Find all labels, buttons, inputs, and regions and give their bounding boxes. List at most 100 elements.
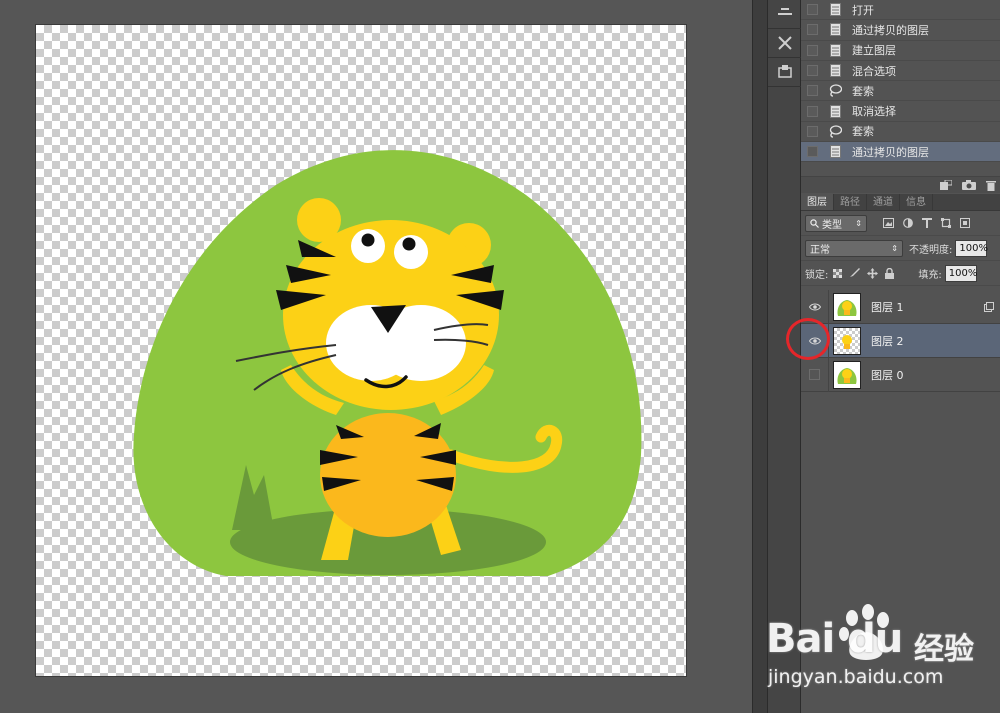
checkerboard-icon [833,268,843,278]
history-step-label: 取消选择 [852,105,896,119]
filter-smart-objects-button[interactable] [960,218,970,228]
filter-adjustment-layers-button[interactable] [903,218,913,228]
tab-paths[interactable]: 路径 [834,194,867,210]
history-panel: 打开 通过拷贝的图层 建立图层 混合选项 套索 取消选择 套索 通过拷贝的图层 [801,0,1000,163]
type-icon [922,218,932,228]
document-icon [828,145,842,159]
snapshot-source-checkbox[interactable] [807,85,818,97]
align-icon [777,8,792,15]
lasso-icon [828,84,842,98]
layer-filter-row: 类型 ⇕ [801,211,1000,236]
tools-panel-button[interactable] [768,29,801,58]
search-icon [810,218,819,228]
layer-thumbnail [833,326,861,355]
filter-kind-value: 类型 [822,219,842,231]
document-icon [828,104,842,118]
snapshot-source-checkbox[interactable] [807,105,818,117]
snapshot-source-checkbox[interactable] [807,146,818,158]
layer-filter-icons [883,218,970,228]
layer-filter-kind-select[interactable]: 类型 ⇕ [805,214,867,232]
snapshot-source-checkbox[interactable] [807,65,818,77]
layer-name[interactable]: 图层 2 [871,333,1000,349]
history-step-label: 套索 [852,125,874,139]
watermark-product: 经验 [914,632,974,667]
lock-image-pixels-button[interactable] [849,268,861,278]
baidu-jingyan-watermark: Bai du 经验 jingyan.baidu.com [766,604,996,699]
tiger-thumbnail-icon [842,334,852,349]
fill-label: 填充: [918,269,942,281]
history-step-label: 套索 [852,84,874,98]
lock-transparent-pixels-button[interactable] [833,268,843,278]
snapshot-source-checkbox[interactable] [807,4,818,16]
layer-thumbnail [833,292,861,321]
layer-name[interactable]: 图层 1 [871,299,984,315]
history-step[interactable]: 打开 [801,0,1000,21]
history-footer [801,176,1000,193]
3d-panel-button[interactable] [768,58,801,87]
history-step[interactable]: 套索 [801,122,1000,143]
new-document-from-state-button[interactable] [940,180,952,190]
filter-shape-layers-button[interactable] [941,218,951,228]
layer-row[interactable]: 图层 1 [801,289,1000,324]
hidden-visibility-box [809,369,820,380]
lock-icon [885,267,895,279]
lock-fill-row: 锁定: 填充: 100% [801,261,1000,286]
history-step-label: 混合选项 [852,64,896,78]
delete-state-button[interactable] [986,180,996,191]
history-step[interactable]: 通过拷贝的图层 [801,20,1000,41]
history-step[interactable]: 取消选择 [801,101,1000,122]
tab-channels[interactable]: 通道 [867,194,900,210]
snapshot-source-checkbox[interactable] [807,24,818,36]
snapshot-source-checkbox[interactable] [807,44,818,56]
shape-icon [941,218,951,228]
adjustment-icon [903,218,913,228]
document-icon [828,43,842,57]
filter-type-layers-button[interactable] [922,218,932,228]
opacity-input[interactable]: 100% [955,239,988,257]
layers-panel-tabs: 图层 路径 通道 信息 [801,194,1000,211]
eye-icon [808,303,821,310]
camera-icon [962,180,976,190]
brush-icon [850,268,861,277]
filter-pixel-layers-button[interactable] [883,218,894,228]
chevron-updown-icon: ⇕ [855,218,862,228]
layer-row-selected[interactable]: 图层 2 [801,323,1000,358]
history-step-label: 建立图层 [852,44,896,58]
lock-icons [833,267,895,279]
trash-icon [986,180,996,191]
layer-visibility-toggle[interactable] [801,357,829,392]
new-document-icon [940,180,952,190]
lock-all-button[interactable] [885,267,895,279]
blend-mode-select[interactable]: 正常 ⇕ [805,239,903,257]
layer-name[interactable]: 图层 0 [871,367,1000,383]
blend-mode-value: 正常 [810,244,830,256]
fill-input[interactable]: 100% [944,264,977,282]
layer-list: 图层 1 图层 2 图层 0 [801,289,1000,392]
history-step-label: 通过拷贝的图层 [852,23,929,37]
history-step[interactable]: 建立图层 [801,41,1000,61]
watermark-brand: Bai du [766,616,903,662]
smart-object-badge-icon [984,301,994,312]
document-icon [828,23,842,37]
snapshot-source-checkbox[interactable] [807,125,818,137]
tab-layers[interactable]: 图层 [801,194,834,210]
blend-opacity-row: 正常 ⇕ 不透明度: 100% [801,236,1000,261]
new-snapshot-button[interactable] [962,180,976,190]
history-step[interactable]: 混合选项 [801,61,1000,82]
lock-position-button[interactable] [867,267,879,279]
lock-label: 锁定: [805,269,829,281]
character-panel-button[interactable] [768,0,801,29]
tab-info[interactable]: 信息 [900,194,933,210]
opacity-label: 不透明度: [909,244,953,256]
history-step[interactable]: 套索 [801,81,1000,102]
layer-thumbnail [833,360,861,389]
document-canvas[interactable] [36,25,686,676]
tiger-artwork [133,150,642,576]
document-workspace [0,0,752,713]
document-icon [828,64,842,78]
tools-icon [777,36,792,50]
history-step-label: 打开 [852,3,874,17]
watermark-url: jingyan.baidu.com [768,666,944,688]
layer-row[interactable]: 图层 0 [801,357,1000,392]
history-step-current[interactable]: 通过拷贝的图层 [801,142,1000,163]
